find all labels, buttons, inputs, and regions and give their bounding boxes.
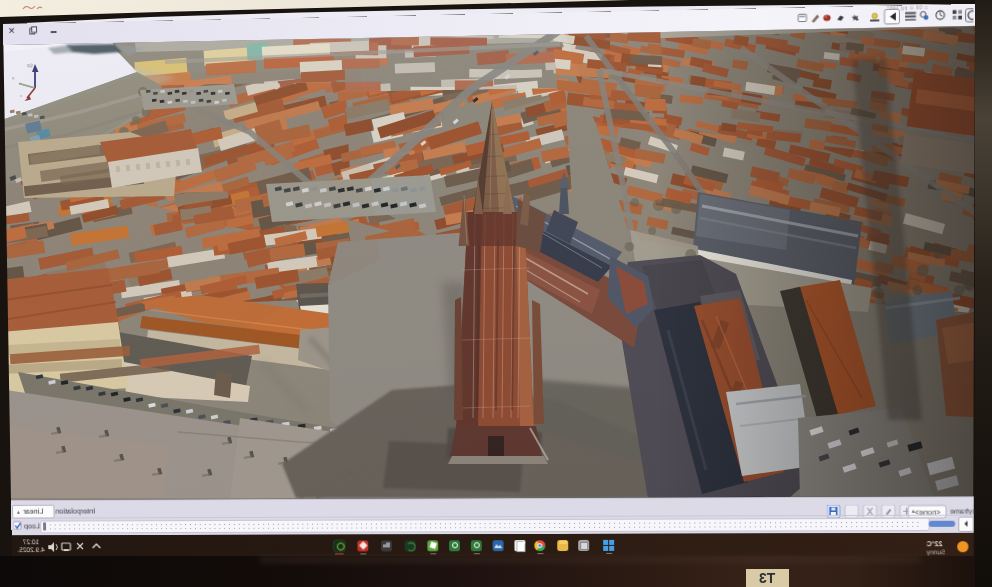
svg-text:▲: ▲ [911, 509, 916, 514]
